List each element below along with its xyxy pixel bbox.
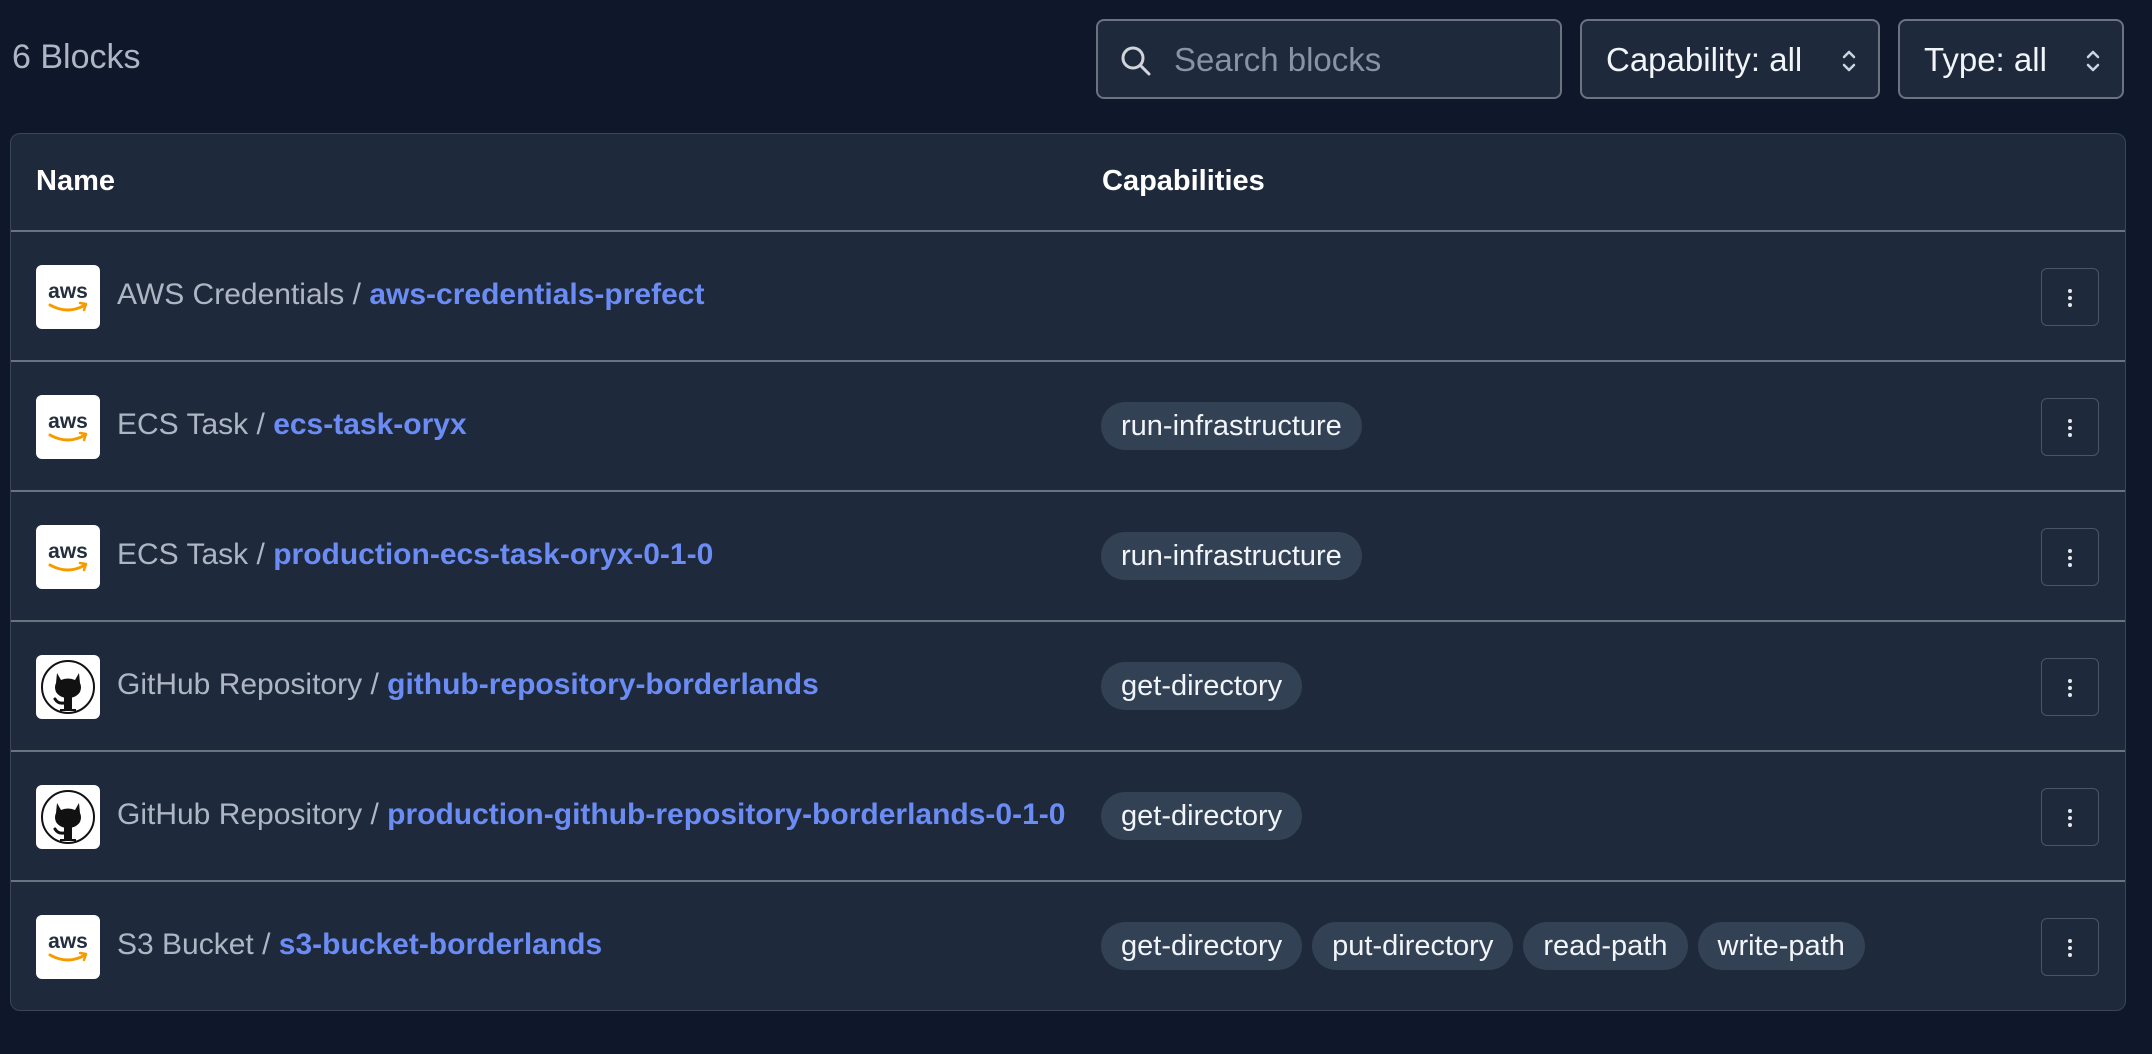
block-document-link[interactable]: production-ecs-task-oryx-0-1-0	[273, 538, 713, 571]
column-header-capabilities: Capabilities	[1102, 165, 1265, 197]
table-header: Name Capabilities	[11, 134, 2125, 232]
block-type-label: S3 Bucket	[117, 928, 254, 961]
block-document-link[interactable]: aws-credentials-prefect	[369, 278, 704, 311]
name-separator: /	[344, 278, 370, 311]
svg-text:aws: aws	[48, 540, 88, 563]
capability-tag: read-path	[1523, 922, 1688, 970]
type-filter-select[interactable]: Type: all	[1898, 19, 2124, 99]
search-box[interactable]	[1096, 19, 1562, 99]
kebab-menu-icon	[2068, 289, 2072, 307]
table-row: aws AWS Credentials / aws-credentials-pre…	[11, 232, 2125, 362]
row-menu-button[interactable]	[2041, 398, 2099, 456]
aws-logo-icon: aws	[36, 265, 100, 329]
table-row: GitHub Repository / github-repository-bo…	[11, 622, 2125, 752]
name-separator: /	[253, 928, 279, 961]
aws-logo-icon: aws	[36, 395, 100, 459]
name-separator: /	[362, 798, 388, 831]
capability-tag: write-path	[1697, 922, 1865, 970]
chevron-up-down-icon	[2084, 47, 2102, 75]
kebab-menu-icon	[2068, 679, 2072, 697]
row-menu-button[interactable]	[2041, 918, 2099, 976]
capability-tag: get-directory	[1101, 922, 1303, 970]
block-document-link[interactable]: production-github-repository-borderlands…	[387, 798, 1065, 831]
capabilities-cell: run-infrastructure	[1101, 532, 1362, 580]
kebab-menu-icon	[2068, 419, 2072, 437]
block-name-cell: S3 Bucket / s3-bucket-borderlands	[117, 928, 602, 962]
block-name-cell: ECS Task / ecs-task-oryx	[117, 408, 467, 442]
block-name-cell: GitHub Repository / github-repository-bo…	[117, 668, 819, 702]
aws-logo-icon: aws	[36, 525, 100, 589]
name-separator: /	[248, 408, 274, 441]
kebab-menu-icon	[2068, 549, 2072, 567]
github-logo-icon	[36, 785, 100, 849]
capability-tag: put-directory	[1312, 922, 1514, 970]
block-type-label: AWS Credentials	[117, 278, 345, 311]
type-filter-label: Type: all	[1924, 41, 2047, 78]
block-name-cell: GitHub Repository / production-github-re…	[117, 798, 1065, 832]
block-document-link[interactable]: ecs-task-oryx	[273, 408, 466, 441]
capability-tag: get-directory	[1101, 792, 1303, 840]
capability-filter-select[interactable]: Capability: all	[1580, 19, 1880, 99]
capabilities-cell: get-directory	[1101, 792, 1303, 840]
block-type-label: ECS Task	[117, 538, 249, 571]
chevron-up-down-icon	[1840, 47, 1858, 75]
table-row: GitHub Repository / production-github-re…	[11, 752, 2125, 882]
search-input[interactable]	[1174, 37, 1544, 83]
row-menu-button[interactable]	[2041, 788, 2099, 846]
name-separator: /	[248, 538, 274, 571]
table-row: aws ECS Task / production-ecs-task-oryx-0…	[11, 492, 2125, 622]
capability-tag: get-directory	[1101, 662, 1303, 710]
github-logo-icon	[36, 655, 100, 719]
block-name-cell: ECS Task / production-ecs-task-oryx-0-1-…	[117, 538, 713, 572]
block-type-label: GitHub Repository	[117, 668, 363, 701]
blocks-count: 6 Blocks	[12, 38, 141, 76]
capabilities-cell: get-directory	[1101, 662, 1303, 710]
capability-tag: run-infrastructure	[1101, 402, 1362, 450]
kebab-menu-icon	[2068, 939, 2072, 957]
capabilities-cell: run-infrastructure	[1101, 402, 1362, 450]
row-menu-button[interactable]	[2041, 268, 2099, 326]
svg-text:aws: aws	[48, 930, 88, 953]
capability-filter-label: Capability: all	[1606, 41, 1803, 78]
name-separator: /	[362, 668, 388, 701]
table-row: aws ECS Task / ecs-task-oryx run-infrastru…	[11, 362, 2125, 492]
kebab-menu-icon	[2068, 809, 2072, 827]
blocks-toolbar: 6 Blocks Capability: all Type: all	[0, 0, 2152, 120]
aws-logo-icon: aws	[36, 915, 100, 979]
search-icon	[1118, 43, 1154, 79]
block-name-cell: AWS Credentials / aws-credentials-prefec…	[117, 278, 704, 312]
row-menu-button[interactable]	[2041, 658, 2099, 716]
block-document-link[interactable]: s3-bucket-borderlands	[279, 928, 602, 961]
block-document-link[interactable]: github-repository-borderlands	[387, 668, 819, 701]
capabilities-cell: get-directory put-directory read-path write…	[1101, 922, 1865, 970]
table-row: aws S3 Bucket / s3-bucket-borderlands get-…	[11, 882, 2125, 1010]
blocks-table: Name Capabilities aws AWS Credentials / a…	[10, 133, 2126, 1011]
svg-text:aws: aws	[48, 280, 88, 303]
block-type-label: ECS Task	[117, 408, 249, 441]
svg-text:aws: aws	[48, 410, 88, 433]
row-menu-button[interactable]	[2041, 528, 2099, 586]
capability-tag: run-infrastructure	[1101, 532, 1362, 580]
block-type-label: GitHub Repository	[117, 798, 363, 831]
column-header-name: Name	[36, 165, 115, 197]
